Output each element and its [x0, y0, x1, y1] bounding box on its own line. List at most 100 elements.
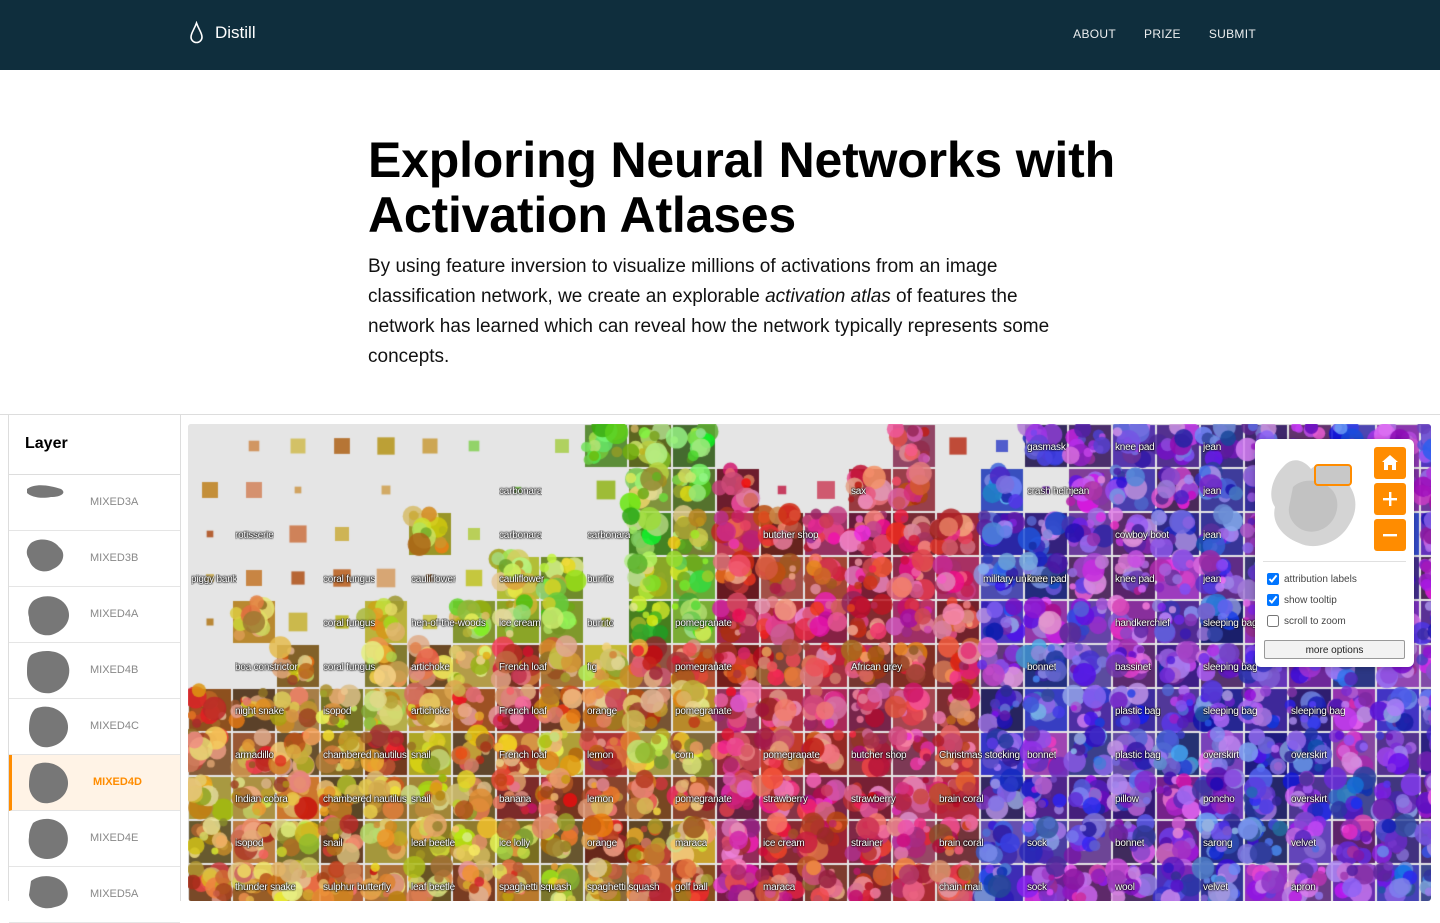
zoom-out-button[interactable] — [1374, 519, 1406, 551]
atlas-attribution-label: coral fungus — [323, 618, 376, 629]
atlas-attribution-label: carbonara — [499, 530, 543, 541]
distill-logo-icon — [190, 21, 203, 44]
zoom-in-button[interactable] — [1374, 483, 1406, 515]
atlas-attribution-label: ice cream — [499, 618, 541, 629]
article-title-line-2: Activation Atlases — [368, 187, 797, 243]
minus-icon — [1383, 534, 1397, 537]
atlas-attribution-label: jean — [1203, 530, 1222, 541]
layer-thumbnail-mixed4e — [28, 818, 68, 859]
layer-name-mixed3a: MIXED3A — [90, 496, 139, 508]
atlas-attribution-label: jean — [1071, 486, 1090, 497]
atlas-attribution-label: pomegranate — [675, 794, 732, 805]
atlas-attribution-label: sock — [1027, 838, 1047, 849]
atlas-attribution-label: overskirt — [1203, 750, 1239, 761]
atlas-attribution-label: knee pad — [1115, 574, 1155, 585]
atlas-attribution-label: burrito — [587, 574, 614, 585]
atlas-attribution-label: bonnet — [1027, 662, 1057, 673]
atlas-attribution-label: handkerchief — [1115, 618, 1170, 629]
atlas-attribution-label: boa constrictor — [235, 662, 298, 673]
atlas-attribution-label: sleeping bag — [1291, 706, 1346, 717]
atlas-attribution-label: velvet — [1203, 882, 1228, 893]
nav-about-link[interactable]: ABOUT — [1073, 27, 1116, 41]
atlas-attribution-label: sock — [1027, 882, 1047, 893]
atlas-attribution-label: fig — [587, 662, 597, 673]
scroll-to-zoom-option[interactable]: scroll to zoom — [1267, 615, 1346, 627]
atlas-attribution-label: gasmask — [1027, 442, 1066, 453]
atlas-attribution-label: armadillo — [235, 750, 274, 761]
atlas-attribution-label: night snake — [235, 706, 284, 717]
atlas-attribution-label: lemon — [587, 794, 614, 805]
activation-atlas-figure: Layer MIXED3A MIXED3B MIXED4A MIXED4B MIXED4… — [0, 414, 1440, 923]
atlas-attribution-label: butcher shop — [763, 530, 819, 541]
distill-home-link[interactable]: Distill — [188, 21, 256, 45]
nav-prize-link[interactable]: PRIZE — [1144, 27, 1181, 41]
atlas-attribution-label: sarong — [1203, 838, 1233, 849]
atlas-attribution-label: strawberry — [851, 794, 896, 805]
attribution-labels-option[interactable]: attribution labels — [1267, 573, 1357, 585]
show-tooltip-option[interactable]: show tooltip — [1267, 594, 1337, 606]
controls-divider — [1263, 561, 1406, 562]
atlas-attribution-label: overskirt — [1291, 750, 1327, 761]
nav-submit-link[interactable]: SUBMIT — [1209, 27, 1256, 41]
atlas-controls-panel: attribution labels show tooltip scroll t… — [1255, 439, 1414, 667]
layer-name-mixed4a: MIXED4A — [90, 608, 139, 620]
atlas-attribution-label: spaghetti squash — [587, 882, 660, 893]
abstract-emphasis: activation atlas — [765, 286, 891, 307]
layer-selector-panel: Layer MIXED3A MIXED3B MIXED4A MIXED4B MIXED4… — [8, 415, 181, 923]
atlas-attribution-label: overskirt — [1291, 794, 1327, 805]
atlas-attribution-label: leaf beetle — [411, 838, 455, 849]
layer-item-mixed3a[interactable]: MIXED3A — [9, 475, 180, 531]
layer-name-mixed3b: MIXED3B — [90, 552, 139, 564]
atlas-attribution-label: corn — [675, 750, 694, 761]
atlas-attribution-label: banana — [499, 794, 532, 805]
article-title-line-1: Exploring Neural Networks with — [368, 132, 1115, 188]
atlas-attribution-label: knee pad — [1027, 574, 1067, 585]
atlas-attribution-label: French loaf — [499, 662, 547, 673]
atlas-attribution-label: cowboy boot — [1115, 530, 1169, 541]
layer-thumbnail-mixed3b — [26, 539, 64, 572]
show-tooltip-label: show tooltip — [1284, 594, 1337, 606]
attribution-labels-checkbox[interactable] — [1267, 573, 1279, 585]
atlas-attribution-label: butcher shop — [851, 750, 907, 761]
atlas-attribution-label: jean — [1203, 442, 1222, 453]
atlas-attribution-label: French loaf — [499, 706, 547, 717]
atlas-attribution-label: cauliflower — [499, 574, 545, 585]
atlas-attribution-label: jean — [1203, 486, 1222, 497]
minimap-viewport-marker[interactable] — [1314, 464, 1352, 486]
layer-name-mixed4b: MIXED4B — [90, 664, 139, 676]
layer-list: MIXED3A MIXED3B MIXED4A MIXED4B MIXED4C MIXED… — [9, 475, 180, 923]
atlas-attribution-label: strawberry — [763, 794, 808, 805]
layer-item-mixed4d[interactable]: MIXED4D — [9, 755, 180, 811]
atlas-attribution-label: strainer — [851, 838, 883, 849]
atlas-attribution-label: Christmas stocking — [939, 750, 1020, 761]
layer-item-mixed4e[interactable]: MIXED4E — [9, 811, 180, 867]
atlas-attribution-label: hen-of-the-woods — [411, 618, 486, 629]
main-nav: ABOUT PRIZE SUBMIT — [1073, 27, 1256, 41]
atlas-attribution-label: leaf beetle — [411, 882, 455, 893]
show-tooltip-checkbox[interactable] — [1267, 594, 1279, 606]
article-title: Exploring Neural Networks with Activatio… — [368, 133, 1168, 243]
more-options-button[interactable]: more options — [1264, 640, 1405, 659]
atlas-attribution-label: maraca — [675, 838, 708, 849]
atlas-attribution-label: sleeping bag — [1203, 662, 1258, 673]
atlas-attribution-label: African grey — [851, 662, 902, 673]
layer-name-mixed4c: MIXED4C — [90, 720, 139, 732]
atlas-attribution-label: cauliflower — [411, 574, 457, 585]
atlas-attribution-label: chambered nautilus — [323, 794, 407, 805]
layer-item-mixed4c[interactable]: MIXED4C — [9, 699, 180, 755]
atlas-minimap[interactable] — [1263, 447, 1365, 555]
atlas-attribution-label: velvet — [1291, 838, 1316, 849]
atlas-attribution-label: plastic bag — [1115, 706, 1161, 717]
layer-item-mixed5a[interactable]: MIXED5A — [9, 867, 180, 923]
atlas-viewport[interactable]: gasmask knee pad jean carbonara sax crash hel… — [188, 424, 1431, 901]
layer-item-mixed4a[interactable]: MIXED4A — [9, 587, 180, 643]
atlas-attribution-label: sulphur butterfly — [323, 882, 391, 893]
atlas-attribution-label: ice cream — [763, 838, 805, 849]
reset-view-button[interactable] — [1374, 447, 1406, 479]
scroll-to-zoom-checkbox[interactable] — [1267, 615, 1279, 627]
atlas-attribution-label: artichoke — [411, 706, 450, 717]
layer-item-mixed3b[interactable]: MIXED3B — [9, 531, 180, 587]
attribution-labels-label: attribution labels — [1284, 573, 1357, 585]
atlas-attribution-label: Indian cobra — [235, 794, 288, 805]
layer-item-mixed4b[interactable]: MIXED4B — [9, 643, 180, 699]
